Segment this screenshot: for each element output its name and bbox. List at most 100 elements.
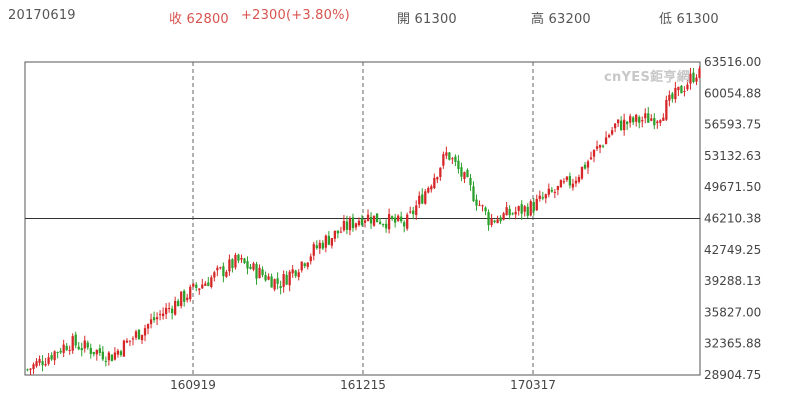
candle-body: [529, 201, 532, 216]
candle-body: [357, 220, 361, 226]
candle-body: [213, 272, 216, 278]
candle-body: [698, 68, 701, 78]
candle-body: [626, 121, 629, 125]
candle-body: [463, 172, 466, 180]
candle-body: [29, 368, 32, 370]
candle-body: [116, 350, 120, 355]
candle-body: [158, 314, 162, 316]
candle-body: [550, 189, 553, 192]
candle-body: [547, 188, 550, 195]
candle-body: [535, 199, 538, 211]
stock-chart-panel: 20170619 收 62800 +2300(+3.80%) 開 61300 高…: [0, 0, 800, 406]
candle-body: [342, 220, 346, 231]
candle-body: [427, 187, 430, 193]
candle-body: [216, 267, 219, 271]
candle-body: [119, 351, 123, 356]
candle-body: [632, 117, 635, 123]
y-tick-label: 42749.25: [704, 243, 761, 257]
candle-body: [375, 213, 379, 223]
candle-body: [177, 300, 180, 307]
candle-body: [155, 317, 159, 320]
x-tick-label: 170317: [510, 378, 556, 392]
x-tick-label: 160919: [170, 378, 216, 392]
candle-body: [228, 259, 231, 272]
candle-body: [324, 235, 327, 248]
candle-body: [445, 152, 448, 156]
candle-body: [32, 364, 35, 369]
candle-body: [74, 334, 77, 346]
candle-body: [68, 349, 71, 351]
candle-body: [65, 345, 68, 351]
candle-body: [384, 223, 388, 229]
candle-body: [433, 177, 436, 188]
candle-body: [424, 191, 427, 204]
candle-body: [183, 290, 186, 302]
candle-body: [475, 199, 478, 206]
candle-body: [409, 211, 412, 213]
candle-body: [246, 261, 249, 269]
candle-body: [125, 340, 129, 343]
candle-body: [629, 116, 632, 123]
candle-body: [623, 119, 626, 131]
candle-body: [556, 186, 560, 190]
candle-body: [532, 202, 535, 212]
candle-body: [360, 218, 364, 225]
candle-body: [644, 113, 647, 119]
candle-body: [327, 235, 330, 245]
candle-body: [641, 120, 644, 122]
candle-body: [210, 277, 213, 288]
candle-body: [589, 157, 593, 160]
candle-body: [309, 256, 312, 262]
candle-body: [303, 263, 306, 267]
candle-body: [538, 195, 541, 199]
candle-body: [454, 156, 457, 162]
candle-body: [481, 205, 484, 207]
candle-body: [520, 204, 523, 214]
candle-body: [635, 114, 638, 122]
candle-body: [451, 158, 454, 160]
candle-body: [607, 135, 611, 138]
candle-body: [161, 313, 165, 317]
candle-body: [559, 180, 563, 188]
candle-body: [668, 95, 671, 101]
candle-body: [333, 230, 337, 239]
candle-body: [300, 261, 303, 271]
candle-body: [493, 220, 496, 223]
candle-body: [369, 216, 373, 224]
candle-body: [378, 221, 382, 224]
candle-body: [201, 284, 204, 289]
candle-body: [460, 167, 463, 177]
candle-body: [442, 154, 445, 166]
candle-body: [249, 266, 252, 269]
cnyes-watermark: cnYES鉅亨網: [604, 70, 691, 85]
candle-body: [219, 267, 222, 269]
candle-body: [574, 180, 578, 184]
candle-body: [403, 222, 406, 227]
candle-body: [583, 164, 587, 169]
candle-body: [152, 317, 156, 321]
candle-body: [490, 218, 493, 225]
candle-body: [351, 217, 355, 229]
candle-body: [86, 342, 89, 348]
candle-body: [122, 340, 126, 357]
candle-body: [568, 176, 572, 186]
candle-body: [243, 258, 246, 264]
candle-body: [457, 160, 460, 169]
candle-body: [189, 286, 192, 300]
candle-body: [312, 244, 315, 256]
y-tick-label: 53132.63: [704, 149, 761, 163]
candle-body: [677, 86, 680, 91]
candle-body: [50, 355, 53, 360]
candle-body: [472, 186, 475, 202]
candle-body: [502, 213, 505, 220]
candle-body: [610, 130, 614, 135]
candle-body: [553, 191, 556, 193]
candle-body: [149, 319, 153, 325]
candle-body: [505, 207, 508, 216]
candle-body: [387, 214, 391, 230]
candle-body: [318, 242, 321, 249]
candle-body: [671, 93, 674, 99]
candle-body: [354, 223, 358, 228]
candle-body: [436, 177, 439, 180]
y-tick-label: 60054.88: [704, 86, 761, 100]
